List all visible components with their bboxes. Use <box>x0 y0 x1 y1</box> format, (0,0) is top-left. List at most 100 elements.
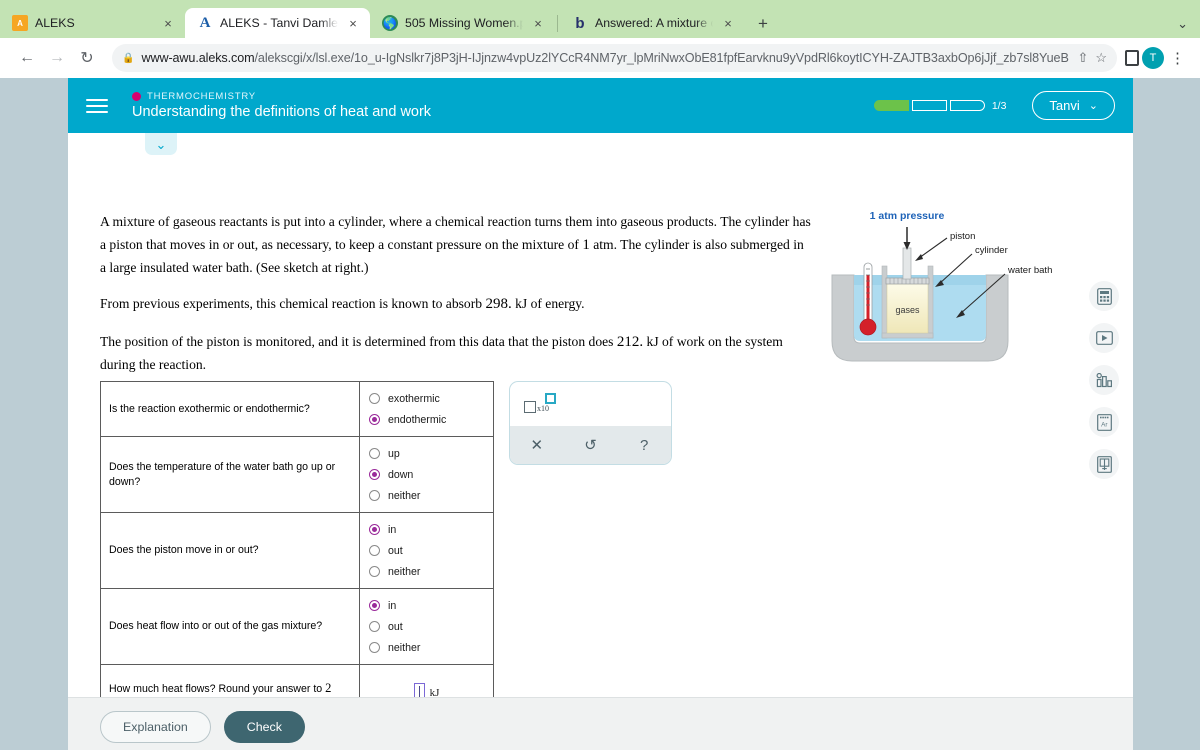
reference-book-icon[interactable] <box>1089 449 1119 479</box>
tab-close-icon[interactable]: × <box>345 15 361 31</box>
back-button[interactable]: ← <box>12 43 42 73</box>
radio-label: exothermic <box>388 392 440 405</box>
radio-option-neither[interactable]: neither <box>369 561 487 582</box>
periodic-table-icon[interactable]: Ar <box>1089 407 1119 437</box>
tab-close-icon[interactable]: × <box>720 15 736 31</box>
browser-tab-title: ALEKS - Tanvi Damle - Learn <box>220 16 338 30</box>
radio-icon[interactable] <box>369 642 380 653</box>
question-cell: Does the temperature of the water bath g… <box>100 436 360 513</box>
extensions-icon[interactable] <box>1125 50 1139 66</box>
paragraph-2-part-b: kJ of energy. <box>511 296 585 312</box>
question-cell: Does heat flow into or out of the gas mi… <box>100 588 360 665</box>
browser-tab-strip: A ALEKS × A ALEKS - Tanvi Damle - Learn … <box>0 0 1200 38</box>
radio-icon[interactable] <box>369 566 380 577</box>
energy-absorbed-value: 298. <box>485 296 512 313</box>
radio-label: neither <box>388 489 421 502</box>
radio-label: up <box>388 447 400 460</box>
hamburger-menu-icon[interactable] <box>86 92 114 120</box>
answer-cell: in out neither <box>359 588 494 665</box>
browser-tab-title: ALEKS <box>35 16 75 30</box>
help-button[interactable]: ? <box>617 437 671 454</box>
radio-icon[interactable] <box>369 545 380 556</box>
user-menu-button[interactable]: Tanvi ⌄ <box>1032 91 1115 120</box>
panel-expander-button[interactable]: ⌄ <box>145 133 177 155</box>
radio-option-exothermic[interactable]: exothermic <box>369 388 487 409</box>
url-host: www-awu.aleks.com <box>141 51 255 65</box>
tool-icon-rail: Ar <box>1089 281 1119 479</box>
radio-option-out[interactable]: out <box>369 616 487 637</box>
radio-icon-selected[interactable] <box>369 469 380 480</box>
progress-text: 1/3 <box>991 99 1007 112</box>
user-name-label: Tanvi <box>1049 98 1080 113</box>
lock-icon: 🔒 <box>122 52 135 64</box>
scientific-notation-icon[interactable]: x10 <box>524 393 558 415</box>
radio-option-neither[interactable]: neither <box>369 637 487 658</box>
radio-icon[interactable] <box>369 448 380 459</box>
tab-close-icon[interactable]: × <box>160 15 176 31</box>
header-right-group: 1/3 Tanvi ⌄ <box>873 91 1115 120</box>
radio-option-down[interactable]: down <box>369 464 487 485</box>
chevron-down-icon: ⌄ <box>1088 100 1098 112</box>
browser-toolbar: ← → ↻ 🔒 www-awu.aleks.com/alekscgi/x/lsl… <box>0 38 1200 78</box>
browser-tab-2[interactable]: A ALEKS - Tanvi Damle - Learn × <box>185 8 370 38</box>
radio-icon-selected[interactable] <box>369 600 380 611</box>
video-player-icon[interactable] <box>1089 323 1119 353</box>
answer-cell: up down neither <box>359 436 494 513</box>
check-button[interactable]: Check <box>223 710 305 743</box>
browser-tab-4[interactable]: b Answered: A mixture of gaseou × <box>560 8 745 38</box>
radio-option-out[interactable]: out <box>369 540 487 561</box>
tab-divider <box>557 15 558 32</box>
answer-cell: in out neither <box>359 512 494 589</box>
radio-icon-selected[interactable] <box>369 414 380 425</box>
answer-cell: kJ <box>359 664 494 697</box>
thermometer-bulb <box>859 318 877 336</box>
clear-button[interactable]: ✕ <box>510 436 564 454</box>
pressure-value: 1 <box>582 237 590 254</box>
address-bar[interactable]: 🔒 www-awu.aleks.com/alekscgi/x/lsl.exe/1… <box>112 44 1117 72</box>
bar-chart-icon[interactable] <box>1089 365 1119 395</box>
heat-answer-input[interactable] <box>413 682 425 697</box>
paragraph-2-part-a: From previous experiments, this chemical… <box>100 296 486 312</box>
forward-button[interactable]: → <box>42 43 72 73</box>
profile-avatar[interactable]: T <box>1142 47 1164 69</box>
progress-segment <box>949 100 985 111</box>
radio-icon[interactable] <box>369 621 380 632</box>
chevron-down-icon: ⌄ <box>155 136 167 152</box>
reload-button[interactable]: ↻ <box>72 43 102 73</box>
radio-icon-selected[interactable] <box>369 524 380 535</box>
tab-list-chevron-down-icon[interactable]: ⌄ <box>1177 16 1188 32</box>
gases-label: gases <box>895 305 920 315</box>
browser-tab-3[interactable]: 🌎 505 Missing Women.pdf × <box>370 8 555 38</box>
calculator-icon[interactable] <box>1089 281 1119 311</box>
tab-close-icon[interactable]: × <box>530 15 546 31</box>
undo-button[interactable]: ↺ <box>564 436 618 454</box>
radio-icon[interactable] <box>369 490 380 501</box>
radio-option-endothermic[interactable]: endothermic <box>369 409 487 430</box>
piston-label: piston <box>950 231 975 242</box>
aleks-header: THERMOCHEMISTRY Understanding the defini… <box>68 78 1133 133</box>
topic-row: THERMOCHEMISTRY <box>132 91 431 102</box>
radio-option-in[interactable]: in <box>369 519 487 540</box>
sci-x10-label: x10 <box>537 404 549 413</box>
url-path: /alekscgi/x/lsl.exe/1o_u-IgNslkr7j8P3jH-… <box>254 51 1071 65</box>
radio-label: in <box>388 599 397 612</box>
question-paragraph-3: The position of the piston is monitored,… <box>100 330 812 376</box>
browser-tab-1[interactable]: A ALEKS × <box>0 8 185 38</box>
progress-segment <box>873 100 909 111</box>
radio-option-in[interactable]: in <box>369 595 487 616</box>
action-footer: Explanation Check <box>68 697 1133 750</box>
bookmark-star-icon[interactable]: ☆ <box>1095 50 1107 66</box>
radio-option-up[interactable]: up <box>369 443 487 464</box>
explanation-button[interactable]: Explanation <box>100 710 211 743</box>
svg-text:Ar: Ar <box>1101 421 1108 428</box>
radio-option-neither[interactable]: neither <box>369 485 487 506</box>
browser-menu-icon[interactable]: ⋮ <box>1167 49 1188 67</box>
new-tab-button[interactable]: + <box>749 10 777 38</box>
palette-tools-row: x10 <box>510 382 671 426</box>
radio-icon[interactable] <box>369 393 380 404</box>
sci-base-box <box>524 401 536 413</box>
radio-label: neither <box>388 641 421 654</box>
share-icon[interactable]: ⇧ <box>1077 50 1088 66</box>
aleks-app-window: THERMOCHEMISTRY Understanding the defini… <box>68 78 1133 750</box>
paragraph-3-part-a: The position of the piston is monitored,… <box>100 333 617 349</box>
